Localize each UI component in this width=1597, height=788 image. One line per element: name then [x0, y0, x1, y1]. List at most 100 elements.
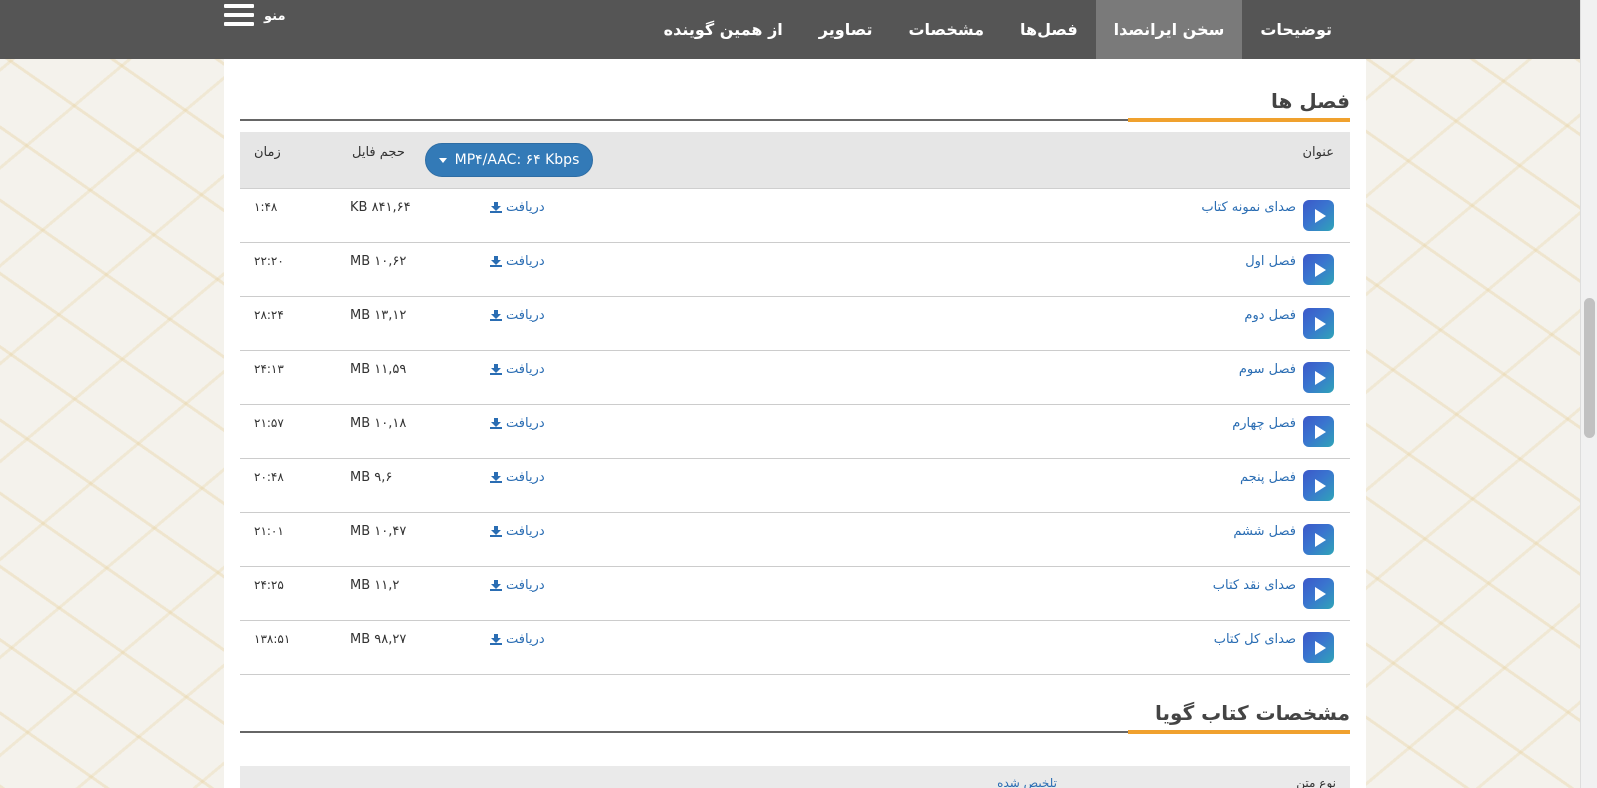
download-link[interactable]: دریافت: [490, 632, 545, 647]
nav-item-specs[interactable]: مشخصات: [890, 0, 1002, 59]
download-label: دریافت: [506, 470, 545, 485]
chapters-section-title: فصل ها: [1271, 89, 1350, 113]
play-icon: [1314, 424, 1326, 439]
download-link[interactable]: دریافت: [490, 470, 545, 485]
file-size: MB ۹۸,۲۷: [350, 632, 407, 647]
play-button[interactable]: [1303, 470, 1334, 501]
spec-label-text-type: نوع متن: [1296, 776, 1336, 788]
file-size: MB ۱۰,۱۸: [350, 416, 407, 431]
play-button[interactable]: [1303, 416, 1334, 447]
chapter-title-link[interactable]: فصل پنجم: [1240, 470, 1296, 485]
download-icon: [490, 364, 502, 375]
specs-section-header: مشخصات کتاب گویا: [240, 697, 1350, 734]
spec-row: نوع متن تلخیص شده: [240, 766, 1350, 788]
chapter-title-link[interactable]: صدای کل کتاب: [1214, 632, 1296, 647]
download-link[interactable]: دریافت: [490, 200, 545, 215]
download-label: دریافت: [506, 254, 545, 269]
play-icon: [1314, 262, 1326, 277]
download-icon: [490, 310, 502, 321]
table-row: فصل دوم دریافت MB ۱۳,۱۲ ۲۸:۲۴: [240, 297, 1350, 351]
play-icon: [1314, 586, 1326, 601]
menu-toggle-button[interactable]: منو: [224, 0, 286, 30]
top-navbar: توضیحات سخن ایرانصدا فصل‌ها مشخصات تصاوی…: [0, 0, 1580, 59]
file-size: MB ۱۰,۶۲: [350, 254, 407, 269]
download-link[interactable]: دریافت: [490, 362, 545, 377]
scrollbar-thumb[interactable]: [1584, 298, 1595, 438]
play-button[interactable]: [1303, 632, 1334, 663]
duration: ۱۳۸:۵۱: [254, 632, 291, 646]
download-label: دریافت: [506, 200, 545, 215]
duration: ۲۲:۲۰: [254, 254, 284, 268]
nav-item-same-narrator[interactable]: از همین گوینده: [646, 0, 801, 59]
play-button[interactable]: [1303, 524, 1334, 555]
duration: ۲۰:۴۸: [254, 470, 284, 484]
file-size: MB ۱۱,۵۹: [350, 362, 407, 377]
duration: ۲۱:۰۱: [254, 524, 284, 538]
download-link[interactable]: دریافت: [490, 524, 545, 539]
table-row: فصل چهارم دریافت MB ۱۰,۱۸ ۲۱:۵۷: [240, 405, 1350, 459]
main-content: فصل ها عنوان MP۴/AAC: ۶۴ Kbps حجم فایل ز…: [224, 59, 1366, 788]
table-row: فصل اول دریافت MB ۱۰,۶۲ ۲۲:۲۰: [240, 243, 1350, 297]
download-icon: [490, 256, 502, 267]
file-size: MB ۱۰,۴۷: [350, 524, 407, 539]
file-size: MB ۹,۶: [350, 470, 393, 485]
column-header-size: حجم فایل: [352, 145, 405, 160]
play-icon: [1314, 370, 1326, 385]
table-row: صدای نقد کتاب دریافت MB ۱۱,۲ ۲۴:۲۵: [240, 567, 1350, 621]
file-size: MB ۱۱,۲: [350, 578, 400, 593]
chapter-title-link[interactable]: فصل ششم: [1233, 524, 1296, 539]
chapter-title-link[interactable]: فصل چهارم: [1232, 416, 1296, 431]
duration: ۲۸:۲۴: [254, 308, 284, 322]
chapters-section-header: فصل ها: [240, 85, 1350, 122]
format-dropdown-button[interactable]: MP۴/AAC: ۶۴ Kbps: [425, 143, 593, 177]
table-header: عنوان MP۴/AAC: ۶۴ Kbps حجم فایل زمان: [240, 132, 1350, 189]
duration: ۱:۴۸: [254, 200, 278, 214]
play-icon: [1314, 316, 1326, 331]
chapter-title-link[interactable]: فصل سوم: [1239, 362, 1296, 377]
download-icon: [490, 418, 502, 429]
play-button[interactable]: [1303, 200, 1334, 231]
download-link[interactable]: دریافت: [490, 254, 545, 269]
menu-label: منو: [264, 8, 286, 24]
caret-down-icon: [438, 157, 447, 163]
nav-item-chapters[interactable]: فصل‌ها: [1002, 0, 1096, 59]
download-label: دریافت: [506, 632, 545, 647]
nav-item-publisher-note[interactable]: سخن ایرانصدا: [1095, 0, 1243, 59]
download-icon: [490, 202, 502, 213]
file-size: KB ۸۴۱,۶۴: [350, 200, 411, 215]
chapters-table: عنوان MP۴/AAC: ۶۴ Kbps حجم فایل زمان صدا…: [240, 132, 1350, 675]
file-size: MB ۱۳,۱۲: [350, 308, 407, 323]
play-icon: [1314, 208, 1326, 223]
download-icon: [490, 634, 502, 645]
duration: ۲۴:۱۳: [254, 362, 284, 376]
play-icon: [1314, 640, 1326, 655]
play-icon: [1314, 478, 1326, 493]
play-button[interactable]: [1303, 578, 1334, 609]
nav-item-description[interactable]: توضیحات: [1242, 0, 1350, 59]
download-label: دریافت: [506, 524, 545, 539]
chapter-title-link[interactable]: صدای نمونه کتاب: [1201, 200, 1296, 215]
play-icon: [1314, 532, 1326, 547]
download-label: دریافت: [506, 578, 545, 593]
column-header-time: زمان: [254, 145, 281, 160]
chapter-title-link[interactable]: فصل اول: [1245, 254, 1296, 269]
format-label: MP۴/AAC: ۶۴ Kbps: [454, 152, 580, 168]
play-button[interactable]: [1303, 308, 1334, 339]
nav-item-images[interactable]: تصاویر: [801, 0, 891, 59]
chapter-title-link[interactable]: صدای نقد کتاب: [1213, 578, 1296, 593]
specs-section-title: مشخصات کتاب گویا: [1155, 701, 1350, 725]
play-button[interactable]: [1303, 254, 1334, 285]
chapter-title-link[interactable]: فصل دوم: [1244, 308, 1296, 323]
play-button[interactable]: [1303, 362, 1334, 393]
download-icon: [490, 580, 502, 591]
download-label: دریافت: [506, 308, 545, 323]
download-label: دریافت: [506, 362, 545, 377]
page-scrollbar[interactable]: [1580, 0, 1597, 788]
hamburger-icon: [224, 4, 254, 26]
download-link[interactable]: دریافت: [490, 578, 545, 593]
download-icon: [490, 472, 502, 483]
spec-value-text-type[interactable]: تلخیص شده: [997, 776, 1057, 788]
table-row: صدای نمونه کتاب دریافت KB ۸۴۱,۶۴ ۱:۴۸: [240, 189, 1350, 243]
download-link[interactable]: دریافت: [490, 416, 545, 431]
download-link[interactable]: دریافت: [490, 308, 545, 323]
